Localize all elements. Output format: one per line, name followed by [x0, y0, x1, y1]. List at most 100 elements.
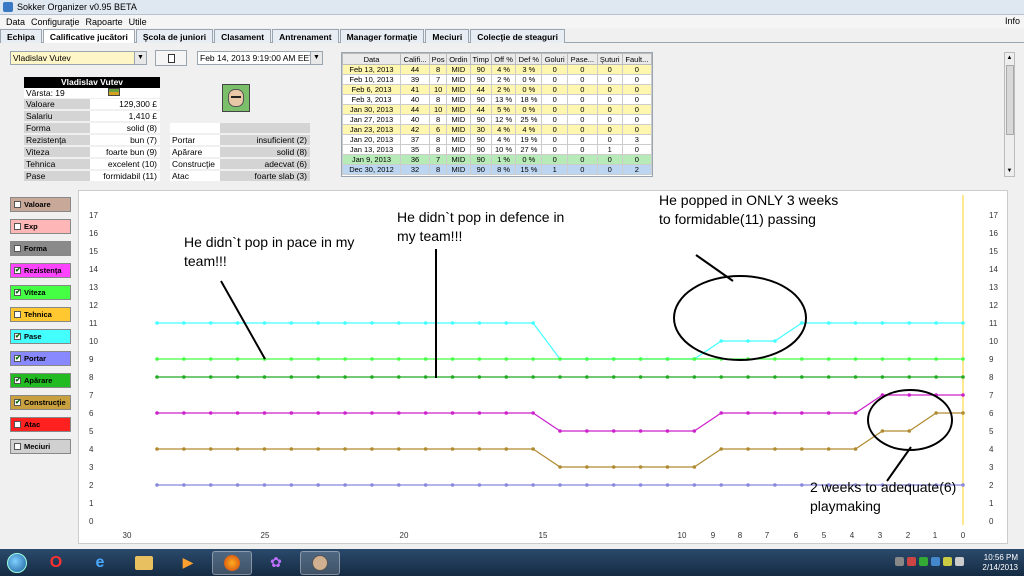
table-row[interactable]: Jan 23, 2013 42 6 MID 30 4 % 4 % 0 0 0 0: [342, 124, 652, 135]
date-select-value: Feb 14, 2013 9:19:00 AM EET: [200, 53, 315, 63]
checkbox[interactable]: ✔: [14, 377, 21, 384]
column-header[interactable]: Def %: [515, 53, 543, 65]
checkbox[interactable]: ✔: [14, 289, 21, 296]
column-header[interactable]: Off %: [490, 53, 517, 65]
menu-utile[interactable]: Utile: [129, 17, 147, 27]
checkbox[interactable]: ✔: [14, 399, 21, 406]
checkbox[interactable]: [14, 245, 21, 252]
table-row[interactable]: Dec 30, 2012 32 8 MID 90 8 % 15 % 1 0 0 2: [342, 164, 652, 175]
y-tick-label-right: 14: [989, 265, 998, 274]
tab-antrenament[interactable]: Antrenament: [272, 29, 339, 43]
y-tick-label-right: 11: [989, 319, 998, 328]
legend-toggle-viteza[interactable]: ✔ Viteza: [10, 285, 71, 300]
table-row[interactable]: Feb 10, 2013 39 7 MID 90 2 % 0 % 0 0 0 0: [342, 74, 652, 85]
legend-toggle-meciuri[interactable]: Meciuri: [10, 439, 71, 454]
messenger-taskbar-button[interactable]: ✿: [256, 551, 296, 575]
tab-echipa[interactable]: Echipa: [0, 29, 42, 43]
explorer-taskbar-button[interactable]: [124, 551, 164, 575]
tab-clasament[interactable]: Clasament: [214, 29, 272, 43]
tab-calificative[interactable]: Calificative jucători: [42, 29, 135, 43]
sokker-taskbar-button[interactable]: [300, 550, 340, 575]
checkbox[interactable]: [14, 201, 21, 208]
column-header[interactable]: Şuturi: [596, 53, 623, 65]
menu-rapoarte[interactable]: Rapoarte: [86, 17, 123, 27]
legend-toggle-tehnica[interactable]: Tehnica: [10, 307, 71, 322]
checkbox[interactable]: [14, 223, 21, 230]
menu-configuratie[interactable]: Configuraţie: [31, 17, 80, 27]
legend-toggle-atac[interactable]: Atac: [10, 417, 71, 432]
legend-toggle-portar[interactable]: ✔ Portar: [10, 351, 71, 366]
y-tick-label-right: 2: [989, 481, 994, 490]
column-header[interactable]: Timp: [469, 53, 492, 65]
chevron-down-icon[interactable]: ▼: [134, 52, 146, 64]
table-cell: 3 %: [515, 64, 543, 75]
date-select[interactable]: Feb 14, 2013 9:19:00 AM EET ▼: [197, 51, 323, 65]
ie-taskbar-button[interactable]: e: [80, 551, 120, 575]
legend-toggle-pase[interactable]: ✔ Pase: [10, 329, 71, 344]
data-point: [531, 447, 535, 451]
table-cell: 2 %: [490, 84, 517, 95]
table-cell: 5 %: [490, 104, 517, 115]
tray-icon[interactable]: [895, 557, 904, 566]
data-point: [504, 483, 509, 487]
checkbox[interactable]: [14, 421, 21, 428]
document-button[interactable]: [155, 50, 187, 66]
legend-toggle-forma[interactable]: Forma: [10, 241, 71, 256]
data-point: [531, 375, 535, 379]
attr-label: Valoare: [24, 99, 90, 109]
table-row[interactable]: Feb 6, 2013 41 10 MID 44 2 % 0 % 0 0 0 0: [342, 84, 652, 95]
tab-meciuri[interactable]: Meciuri: [425, 29, 470, 43]
tray-icon[interactable]: [907, 557, 916, 566]
legend-toggle-aprare[interactable]: ✔ Apărare: [10, 373, 71, 388]
volume-icon[interactable]: [955, 557, 964, 566]
chevron-down-icon[interactable]: ▼: [310, 52, 322, 64]
tray-icon[interactable]: [919, 557, 928, 566]
checkbox[interactable]: ✔: [14, 267, 21, 274]
table-row[interactable]: Feb 13, 2013 44 8 MID 90 4 % 3 % 0 0 0 0: [342, 64, 652, 75]
table-row[interactable]: Jan 9, 2013 36 7 MID 90 1 % 0 % 0 0 0 0: [342, 154, 652, 165]
scroll-down-icon[interactable]: ▼: [1005, 166, 1014, 176]
firefox-taskbar-button[interactable]: [212, 550, 252, 575]
column-header[interactable]: Califi...: [399, 53, 431, 65]
column-header[interactable]: Fault...: [621, 53, 652, 65]
clock[interactable]: 10:56 PM 2/14/2013: [982, 553, 1018, 573]
data-point: [880, 321, 885, 325]
data-point: [262, 375, 267, 379]
table-row[interactable]: Jan 13, 2013 35 8 MID 90 10 % 27 % 0 0 1 0: [342, 144, 652, 155]
column-header[interactable]: Data: [342, 53, 401, 65]
table-row[interactable]: Jan 20, 2013 37 8 MID 90 4 % 19 % 0 0 0 3: [342, 134, 652, 145]
legend-toggle-rezistena[interactable]: ✔ Rezistenţa: [10, 263, 71, 278]
checkbox[interactable]: ✔: [14, 333, 21, 340]
menu-info[interactable]: Info: [1005, 16, 1020, 26]
scroll-up-icon[interactable]: ▲: [1005, 53, 1014, 63]
legend-toggle-construcie[interactable]: ✔ Construcţie: [10, 395, 71, 410]
legend-toggle-valoare[interactable]: Valoare: [10, 197, 71, 212]
checkbox[interactable]: [14, 443, 21, 450]
tray-icon[interactable]: [943, 557, 952, 566]
media-player-taskbar-button[interactable]: ▶: [168, 551, 208, 575]
opera-taskbar-button[interactable]: O: [36, 551, 76, 575]
table-row[interactable]: Feb 3, 2013 40 8 MID 90 13 % 18 % 0 0 0 0: [342, 94, 652, 105]
tab-scola-juniori[interactable]: Şcola de juniori: [135, 29, 214, 43]
column-header[interactable]: Pase...: [567, 53, 598, 65]
checkbox[interactable]: ✔: [14, 355, 21, 362]
checkbox[interactable]: [14, 311, 21, 318]
tray-icon[interactable]: [931, 557, 940, 566]
legend-toggle-exp[interactable]: Exp: [10, 219, 71, 234]
menu-data[interactable]: Data: [6, 17, 25, 27]
table-row[interactable]: Jan 27, 2013 40 8 MID 90 12 % 25 % 0 0 0 0: [342, 114, 652, 125]
y-tick-label-left: 8: [89, 373, 94, 382]
scrollbar-thumb[interactable]: [1006, 65, 1014, 135]
column-header[interactable]: Goluri: [541, 53, 569, 65]
tab-colectie-steaguri[interactable]: Colecţie de steaguri: [470, 29, 565, 43]
history-scrollbar[interactable]: ▲ ▼: [1004, 52, 1015, 177]
tab-manager-formatie[interactable]: Manager formaţie: [339, 29, 425, 43]
player-select[interactable]: Vladislav Vutev ▼: [10, 51, 147, 65]
start-button[interactable]: [2, 549, 32, 576]
table-row[interactable]: Jan 30, 2013 44 10 MID 44 5 % 0 % 0 0 0 0: [342, 104, 652, 115]
data-point: [504, 357, 509, 361]
table-cell: MID: [446, 74, 471, 85]
column-header[interactable]: Ordin: [446, 53, 471, 65]
attr-value: insuficient (2): [220, 135, 310, 145]
column-header[interactable]: Pos: [429, 53, 448, 65]
